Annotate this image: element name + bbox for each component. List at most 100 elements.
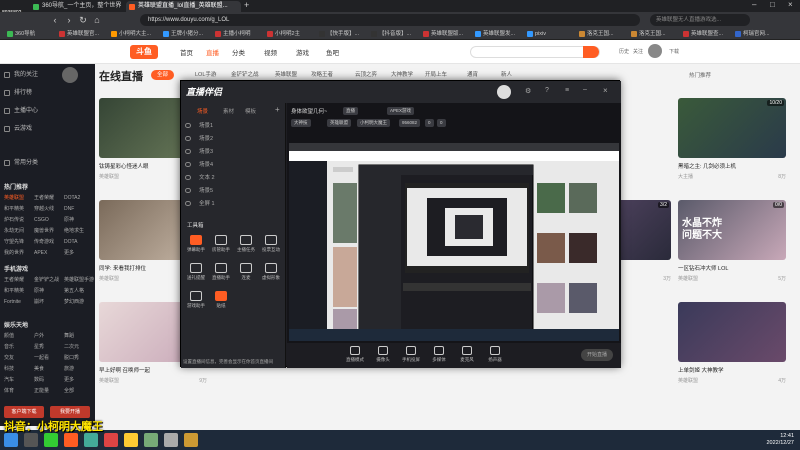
bookmark-item[interactable]: 主播小柯明	[214, 29, 251, 39]
stream-title[interactable]: 上单剑姬 大神教学	[678, 366, 786, 374]
scene-item[interactable]: 场景1	[185, 121, 213, 131]
category-tab[interactable]: 新人	[501, 70, 512, 80]
sidebar-item-common[interactable]: 常用分类	[4, 158, 38, 168]
stream-title[interactable]: 一区钻石冲大师 LOL	[678, 264, 786, 272]
sidebar-category[interactable]: 和平精英	[4, 287, 24, 296]
tool-item[interactable]: 游戏助手	[185, 291, 207, 313]
tool-item[interactable]: 直播助手	[210, 263, 232, 285]
sidebar-category[interactable]: 户外	[34, 332, 44, 341]
tab-scene[interactable]: 场景	[197, 107, 208, 115]
sidebar-category[interactable]: 更多	[64, 376, 74, 385]
bookmark-item[interactable]: 英雄联盟版...	[422, 29, 463, 39]
sidebar-category[interactable]: 颜值	[4, 332, 14, 341]
sidebar-category[interactable]: 二次元	[64, 343, 79, 352]
history-icon[interactable]: 历史	[618, 45, 630, 59]
eye-icon[interactable]	[185, 175, 191, 180]
sidebar-category[interactable]: APEX	[34, 249, 47, 258]
tool-item[interactable]: 弹幕助手	[185, 235, 207, 257]
sidebar-category[interactable]: DOTA2	[64, 194, 80, 203]
settings-icon[interactable]: ⚙	[525, 87, 531, 95]
sidebar-category[interactable]: 脱口秀	[64, 354, 79, 363]
tool-item[interactable]: 投票互动	[260, 235, 282, 257]
sidebar-category[interactable]: 英雄联盟手游	[64, 276, 94, 285]
tool-item[interactable]: 虚拟形象	[260, 263, 282, 285]
sidebar-category[interactable]: 我的世界	[4, 249, 24, 258]
bookmark-item[interactable]: 柯瑞官网...	[734, 29, 770, 39]
menu-icon[interactable]: ≡	[565, 87, 569, 94]
category-tab[interactable]: 金铲铲之战	[231, 70, 259, 80]
sidebar-category[interactable]: 绝地求生	[64, 227, 84, 236]
streaming-app-icon[interactable]	[104, 433, 118, 447]
stream-tag[interactable]: 0	[425, 119, 434, 127]
sidebar-category[interactable]: 和平精英	[4, 205, 24, 214]
client-download-button[interactable]: 客户端下载	[4, 406, 44, 418]
browser-tab-douyu[interactable]: 英雄联盟直播_lol直播_英雄联盟...	[126, 1, 241, 12]
eye-icon[interactable]	[185, 123, 191, 128]
stream-tag[interactable]: 英雄联盟	[327, 119, 351, 127]
category-tab[interactable]: 通宵	[467, 70, 478, 80]
sidebar-category[interactable]: 金铲铲之战	[34, 276, 59, 285]
bookmark-item[interactable]: 小柯明大主...	[110, 29, 151, 39]
app2-icon[interactable]	[184, 433, 198, 447]
back-icon[interactable]: ‹	[50, 15, 60, 25]
browser-icon[interactable]	[64, 433, 78, 447]
category-tab[interactable]: 攻略王者	[311, 70, 333, 80]
sidebar-item-cloud-game[interactable]: 云游戏	[4, 124, 32, 134]
sidebar-category[interactable]: 永劫无间	[4, 227, 24, 236]
app-icon[interactable]	[164, 433, 178, 447]
nav-games[interactable]: 游戏	[296, 47, 309, 57]
sidebar-category[interactable]: CSGO	[34, 216, 49, 225]
scene-item[interactable]: 场景3	[185, 147, 213, 157]
sidebar-category[interactable]: 王者荣耀	[34, 194, 54, 203]
browser-tab-360[interactable]: 360导航_一个主页，整个世界	[30, 1, 125, 12]
sidebar-category[interactable]: 王者荣耀	[4, 276, 24, 285]
home-icon[interactable]: ⌂	[92, 15, 102, 25]
sidebar-category[interactable]: 舞蹈	[64, 332, 74, 341]
bookmark-item[interactable]: 【抖音版】...	[370, 29, 411, 39]
sidebar-category[interactable]: 体育	[4, 387, 14, 396]
category-tab[interactable]: 大神教学	[391, 70, 413, 80]
bookmark-item[interactable]: 洛克王国...	[578, 29, 614, 39]
go-live-button[interactable]: 开始直播	[581, 349, 613, 361]
eye-icon[interactable]	[185, 188, 191, 193]
sidebar-category[interactable]: 传奇游戏	[34, 238, 54, 247]
eye-icon[interactable]	[185, 136, 191, 141]
stream-title[interactable]: 身体欲望几何~	[291, 107, 327, 115]
sidebar-category[interactable]: 崩坏	[34, 298, 44, 307]
sidebar-category[interactable]: 全部	[64, 387, 74, 396]
download-icon[interactable]: 下载	[668, 45, 680, 59]
folder-icon[interactable]	[124, 433, 138, 447]
sidebar-category[interactable]: 英雄联盟	[4, 194, 24, 203]
new-tab-button[interactable]: +	[244, 0, 249, 10]
stream-card[interactable]: 0/0 水晶不炸 问题不大 一区钻石冲大师 LOL 英雄联盟 5万	[678, 200, 786, 282]
sidebar-category[interactable]: 数码	[34, 376, 44, 385]
user-avatar[interactable]	[62, 67, 78, 83]
scene-item[interactable]: 场景2	[185, 134, 213, 144]
start-icon[interactable]	[4, 433, 18, 447]
avatar[interactable]	[648, 44, 662, 58]
eye-icon[interactable]	[185, 162, 191, 167]
sidebar-category[interactable]: 守望先锋	[4, 238, 24, 247]
bookmark-item[interactable]: pixiv	[526, 29, 546, 39]
app-avatar[interactable]	[497, 85, 511, 99]
search-icon[interactable]	[583, 46, 599, 58]
qq-icon[interactable]	[84, 433, 98, 447]
wechat-icon[interactable]	[44, 433, 58, 447]
stream-thumbnail[interactable]: 10/20	[678, 98, 786, 158]
tab-template[interactable]: 模板	[245, 107, 256, 115]
stream-tag[interactable]: 956082	[399, 119, 421, 127]
sidebar-category[interactable]: 原神	[64, 216, 74, 225]
minimize-icon[interactable]: –	[583, 86, 587, 93]
maximize-icon[interactable]: □	[770, 0, 775, 9]
nav-video[interactable]: 视频	[264, 47, 277, 57]
bottom-tool[interactable]: 多媒体	[429, 346, 449, 363]
game-icon[interactable]	[144, 433, 158, 447]
eye-icon[interactable]	[185, 149, 191, 154]
stream-title[interactable]: 黑暗之主: 几剑必须上机	[678, 162, 786, 170]
stream-card[interactable]: 10/20 黑暗之主: 几剑必须上机 大主播 8万	[678, 98, 786, 180]
stream-thumbnail[interactable]	[678, 302, 786, 362]
refresh-icon[interactable]: ↻	[78, 15, 88, 25]
sidebar-item-anchor[interactable]: 主播中心	[4, 106, 38, 116]
close-icon[interactable]: ×	[603, 86, 608, 95]
category-tab[interactable]: LOL手游	[195, 70, 216, 80]
